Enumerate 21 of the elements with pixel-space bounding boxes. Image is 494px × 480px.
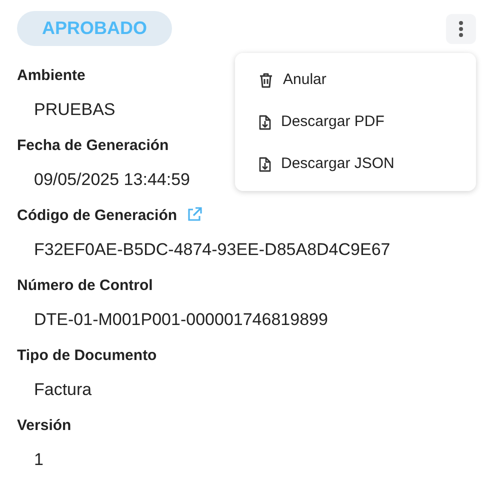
trash-icon [259,72,273,88]
field-value: 1 [33,450,44,470]
field-label: Versión [17,417,72,434]
field-label: Ambiente [17,67,86,84]
field-label: Tipo de Documento [17,347,157,364]
field-label: Código de Generación [17,207,178,224]
field-label: Fecha de Generación [17,137,169,154]
field-label: Número de Control [17,277,153,294]
more-icon [458,20,464,38]
field-value: 09/05/2025 13:44:59 [33,170,190,190]
more-button[interactable] [446,14,476,44]
field-value: F32EF0AE-B5DC-4874-93EE-D85A8D4C9E67 [33,240,390,260]
status-badge: APROBADO [17,11,172,46]
file-download-icon [259,156,271,172]
field-value: DTE-01-M001P001-000001746819899 [33,310,328,330]
field-value: Factura [33,380,92,400]
field-value: PRUEBAS [33,100,116,120]
menu-item[interactable]: Anular [235,59,476,101]
menu-item[interactable]: Descargar PDF [235,101,476,143]
file-download-icon [259,114,271,130]
menu-item[interactable]: Descargar JSON [235,143,476,185]
